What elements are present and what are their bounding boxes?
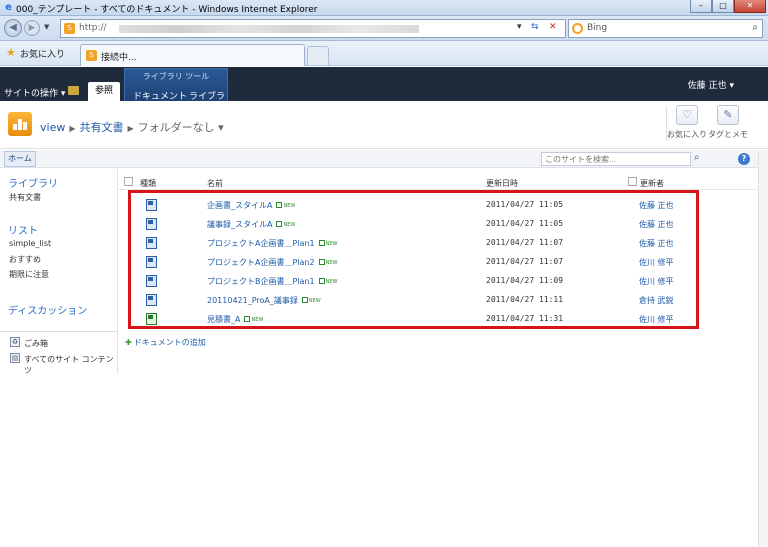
column-editor[interactable]: 更新者 bbox=[640, 178, 664, 189]
ribbon: サイトの操作 ▾ 参照 ライブラリ ツール ドキュメント ライブラリ 佐藤 正也… bbox=[0, 67, 768, 115]
navigate-up-icon[interactable] bbox=[68, 86, 79, 95]
divider bbox=[0, 331, 117, 332]
browser-tab[interactable]: S 接続中... bbox=[80, 44, 305, 66]
nav-lists-heading[interactable]: リスト bbox=[8, 222, 38, 237]
search-icon[interactable]: ⌕ bbox=[752, 22, 758, 33]
minimize-button[interactable]: – bbox=[690, 0, 712, 13]
like-icon: ♡ bbox=[676, 105, 698, 125]
title-area: view ▶ 共有文書 ▶ フォルダーなし ▾ ♡ お気に入り ✎ タグとメモ bbox=[0, 101, 768, 149]
favorites-bar: ★ お気に入り S 接続中... bbox=[0, 41, 768, 66]
nav-item-shared-docs[interactable]: 共有文書 bbox=[9, 192, 41, 203]
site-actions-menu[interactable]: サイトの操作 ▾ bbox=[4, 86, 65, 99]
vertical-scrollbar[interactable] bbox=[758, 150, 768, 547]
tags-notes-icon: ✎ bbox=[717, 105, 739, 125]
back-button[interactable]: ◀ bbox=[4, 19, 22, 37]
address-bar: ◀ ▶ ▼ S http:// ▾ ⇆ ✕ Bing ⌕ bbox=[0, 16, 768, 41]
search-engine-label: Bing bbox=[587, 23, 608, 33]
list-header: 種類 名前 更新日時 更新者 bbox=[118, 174, 758, 190]
add-icon: ✚ bbox=[125, 338, 132, 347]
highlight-annotation bbox=[128, 190, 699, 329]
url-blurred bbox=[119, 25, 419, 33]
column-name[interactable]: 名前 bbox=[207, 178, 223, 189]
site-logo-icon[interactable] bbox=[8, 112, 32, 136]
new-tab-button[interactable] bbox=[307, 46, 329, 65]
tags-notes-label: タグとメモ bbox=[708, 130, 748, 139]
nav-item-simple-list[interactable]: simple_list bbox=[9, 239, 51, 248]
site-search-input[interactable] bbox=[541, 152, 691, 166]
site-search-icon[interactable]: ⌕ bbox=[694, 152, 700, 163]
nav-item-deadline[interactable]: 期限に注意 bbox=[9, 269, 49, 280]
browser-search-input[interactable]: Bing ⌕ bbox=[568, 19, 763, 38]
window-title: 000_テンプレート - すべてのドキュメント - Windows Intern… bbox=[16, 5, 318, 15]
maximize-button[interactable]: □ bbox=[712, 0, 734, 13]
favorites-star-icon[interactable]: ★ bbox=[6, 46, 16, 59]
tab-browse[interactable]: 参照 bbox=[88, 82, 120, 101]
nav-discussions-heading[interactable]: ディスカッション bbox=[8, 302, 87, 317]
column-type[interactable]: 種類 bbox=[140, 178, 156, 189]
url-dropdown-icon[interactable]: ▾ bbox=[517, 22, 522, 32]
window-title-bar: e 000_テンプレート - すべてのドキュメント - Windows Inte… bbox=[0, 0, 768, 16]
breadcrumb-site[interactable]: view bbox=[40, 121, 65, 134]
add-document-label: ドキュメントの追加 bbox=[133, 338, 206, 347]
editor-filter-checkbox[interactable] bbox=[628, 177, 637, 186]
library-tools-group: ライブラリ ツール ドキュメント ライブラリ bbox=[124, 68, 228, 115]
tab-favicon: S bbox=[86, 50, 97, 61]
breadcrumb: view ▶ 共有文書 ▶ フォルダーなし ▾ bbox=[40, 119, 224, 135]
nav-libraries-heading[interactable]: ライブラリ bbox=[8, 175, 58, 190]
close-button[interactable]: ✕ bbox=[734, 0, 766, 13]
help-icon[interactable]: ? bbox=[738, 153, 750, 165]
recycle-bin-icon: ♻ bbox=[10, 337, 20, 347]
ie-icon: e bbox=[5, 2, 12, 13]
bing-icon bbox=[572, 23, 583, 34]
favorites-button[interactable]: お気に入り bbox=[20, 47, 65, 60]
breadcrumb-library[interactable]: 共有文書 bbox=[80, 121, 124, 134]
top-nav-bar: ホーム ⌕ ? bbox=[0, 150, 768, 168]
nav-item-recommended[interactable]: おすすめ bbox=[9, 254, 41, 265]
site-content-icon: ▤ bbox=[10, 353, 20, 363]
url-input[interactable]: S http:// ▾ ⇆ ✕ bbox=[60, 19, 566, 38]
nav-home-tab[interactable]: ホーム bbox=[4, 151, 36, 167]
library-tools-header: ライブラリ ツール bbox=[142, 72, 210, 81]
select-all-checkbox[interactable] bbox=[124, 177, 133, 186]
like-label: お気に入り bbox=[667, 130, 707, 139]
refresh-icon[interactable]: ⇆ bbox=[531, 22, 539, 32]
url-text: http:// bbox=[79, 23, 107, 33]
like-button[interactable]: ♡ お気に入り bbox=[667, 105, 707, 140]
breadcrumb-folder[interactable]: フォルダーなし ▾ bbox=[138, 121, 224, 134]
breadcrumb-separator-icon: ▶ bbox=[127, 124, 134, 133]
stop-icon[interactable]: ✕ bbox=[549, 22, 557, 32]
site-favicon: S bbox=[64, 23, 75, 34]
history-dropdown-icon[interactable]: ▼ bbox=[44, 23, 49, 31]
column-modified[interactable]: 更新日時 bbox=[486, 178, 518, 189]
window-controls: – □ ✕ bbox=[690, 0, 766, 14]
add-document-link[interactable]: ✚ ドキュメントの追加 bbox=[125, 337, 206, 348]
forward-button[interactable]: ▶ bbox=[24, 20, 40, 36]
nav-all-site-content[interactable]: すべてのサイト コンテンツ bbox=[24, 354, 117, 376]
tags-notes-button[interactable]: ✎ タグとメモ bbox=[708, 105, 748, 140]
nav-recycle-bin[interactable]: ごみ箱 bbox=[24, 338, 48, 349]
breadcrumb-separator-icon: ▶ bbox=[69, 124, 76, 133]
tab-label: 接続中... bbox=[101, 53, 137, 63]
user-menu[interactable]: 佐藤 正也 ▾ bbox=[688, 78, 734, 91]
quick-launch: ライブラリ 共有文書 リスト simple_list おすすめ 期限に注意 ディ… bbox=[0, 169, 118, 376]
